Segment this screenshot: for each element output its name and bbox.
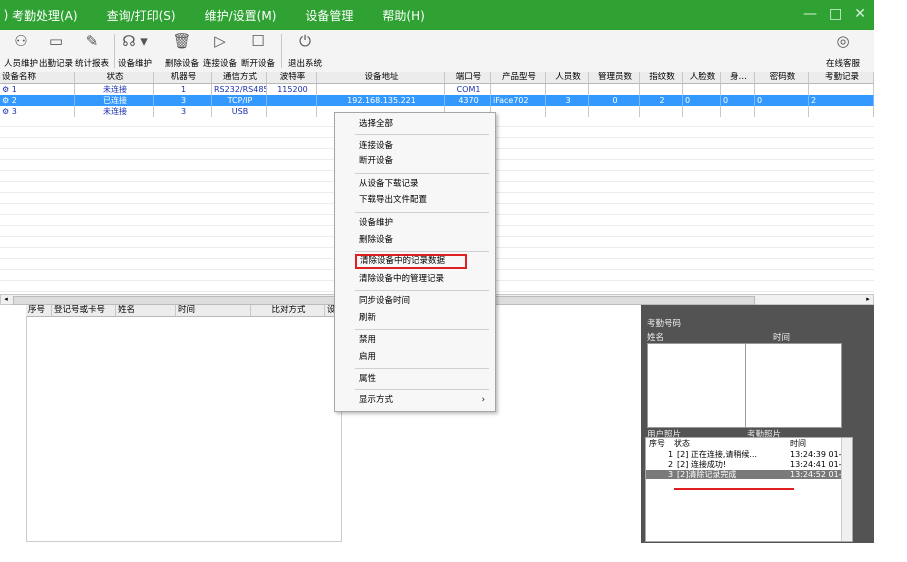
menu-help[interactable]: 帮助(H) [382,7,424,24]
column-header[interactable]: 人员数 [546,72,589,83]
record-icon: ▭ [48,32,64,50]
column-header[interactable]: 序号 [26,305,52,316]
scroll-left-icon[interactable]: ◂ [1,295,11,304]
name-label: 姓名 [647,333,665,343]
column-header[interactable]: 姓名 [116,305,176,316]
column-header[interactable]: 通信方式 [212,72,267,83]
table-row-selected[interactable]: ⚙ 2 已连接 3 TCP/IP 192.168.135.221 4370 iF… [0,95,874,106]
column-header[interactable]: 人脸数 [683,72,721,83]
minimize-button[interactable]: — [803,6,817,22]
column-header[interactable]: 状态 [75,72,154,83]
time-label: 时间 [773,333,791,343]
exit-system-button[interactable]: ⏻ 退出系统 [288,32,322,69]
log-row[interactable]: 2 [2] 连接成功! 13:24:41 01-28 [646,460,852,469]
red-underline-annotation [674,488,794,490]
attendance-panel: 考勤号码 姓名 时间 用户照片 考勤照片 序号 状态 时间 1 [2] 正在连接… [641,305,874,543]
window-controls: — □ ✕ [803,6,866,22]
menu-divider [355,368,489,369]
column-header[interactable]: 指纹数 [640,72,683,83]
close-button[interactable]: ✕ [854,6,866,22]
menu-divider [355,212,489,213]
menu-divider [355,290,489,291]
play-icon: ▷ [214,32,226,50]
menu-query-print[interactable]: 查询/打印(S) [107,7,176,24]
column-header[interactable]: 时间 [176,305,251,316]
column-header[interactable]: 端口号 [445,72,491,83]
column-header[interactable]: 身… [721,72,755,83]
online-support-button[interactable]: ◎ 在线客服 [826,32,860,69]
menu-divider [355,134,489,135]
menu-item-clear-record-data[interactable]: 清除设备中的记录数据 [355,254,467,269]
menu-item-select-all[interactable]: 选择全部 [335,117,493,131]
headset-icon: ◎ [836,32,850,50]
toolbar-separator [114,34,115,68]
log-header: 序号 状态 时间 [649,439,806,448]
stop-icon: ☐ [251,32,265,50]
context-menu: 选择全部 连接设备 断开设备 从设备下载记录 下载导出文件配置 设备维护 删除设… [334,112,496,412]
column-header[interactable]: 考勤记录 [809,72,874,83]
menu-device-management[interactable]: 设备管理 [305,7,353,24]
menu-item-disable[interactable]: 禁用 [335,333,493,347]
menu-item-properties[interactable]: 属性 [335,372,493,386]
connect-device-button[interactable]: ▷ 连接设备 [203,32,237,69]
menu-item-device-maintenance[interactable]: 设备维护 [335,216,493,230]
device-status-icon: ⚙ [2,107,12,116]
column-header[interactable]: 设备地址 [317,72,445,83]
maximize-button[interactable]: □ [829,6,842,22]
menu-divider [355,329,489,330]
device-table-header: 设备名称 状态 机器号 通信方式 波特率 设备地址 端口号 产品型号 人员数 管… [0,72,874,84]
column-header[interactable]: 机器号 [154,72,212,83]
device-status-icon: ⚙ [2,96,12,105]
power-icon: ⏻ [299,32,311,50]
menu-item-connect-device[interactable]: 连接设备 [335,139,493,153]
staff-maintenance-button[interactable]: ⚇ 人员维护 [4,32,38,69]
menu-divider [355,251,489,252]
log-row[interactable]: 1 [2] 正在连接,请稍候... 13:24:39 01-28 [646,450,852,459]
column-header[interactable]: 管理员数 [589,72,640,83]
menu-item-download-records[interactable]: 从设备下载记录 [335,177,493,191]
menu-divider [355,173,489,174]
users-icon: ⚇ [14,32,28,50]
device-icon: ☊ ▾ [122,32,148,50]
log-vertical-scrollbar[interactable] [841,438,852,541]
scroll-right-icon[interactable]: ▸ [863,295,873,304]
status-log: 序号 状态 时间 1 [2] 正在连接,请稍候... 13:24:39 01-2… [645,437,853,542]
column-header[interactable]: 设备名称 [0,72,75,83]
statistics-report-button[interactable]: ✎ 统计报表 [75,32,109,69]
attendance-record-button[interactable]: ▭ 出勤记录 [39,32,73,69]
record-table-body [26,316,342,542]
menu-item-enable[interactable]: 启用 [335,350,493,364]
toolbar-separator [281,34,282,68]
menu-item-delete-device[interactable]: 删除设备 [335,233,493,247]
toolbar: ⚇ 人员维护 ▭ 出勤记录 ✎ 统计报表 ☊ ▾ 设备维护 🗑 删除设备 ▷ 连… [0,30,874,73]
menu-attendance[interactable]: 考勤处理(A) [12,7,78,24]
menu-item-refresh[interactable]: 刷新 [335,311,493,325]
column-header[interactable]: 登记号或卡号 [52,305,116,316]
menu-bar: ) 考勤处理(A) 查询/打印(S) 维护/设置(M) 设备管理 帮助(H) —… [0,0,874,30]
menu-edge: ) [3,8,9,22]
device-status-icon: ⚙ [2,85,12,94]
menu-item-sync-time[interactable]: 同步设备时间 [335,294,493,308]
report-icon: ✎ [85,32,99,50]
delete-device-button[interactable]: 🗑 删除设备 [165,32,199,69]
menu-item-display-mode[interactable]: 显示方式 › [335,393,493,407]
attendance-photo [745,343,842,428]
device-maintenance-button[interactable]: ☊ ▾ 设备维护 [118,32,152,69]
attendance-id-label: 考勤号码 [647,319,682,329]
table-row[interactable]: ⚙ 1 未连接 1 RS232/RS485 115200 COM1 [0,84,874,95]
disconnect-device-button[interactable]: ☐ 断开设备 [241,32,275,69]
menu-maintenance[interactable]: 维护/设置(M) [205,7,277,24]
menu-item-clear-admin-records[interactable]: 清除设备中的管理记录 [335,272,493,286]
user-photo [647,343,747,428]
menu-item-download-export-config[interactable]: 下载导出文件配置 [335,193,493,207]
menu-divider [355,389,489,390]
column-header[interactable]: 密码数 [755,72,809,83]
chevron-right-icon: › [481,395,485,405]
column-header[interactable]: 波特率 [267,72,317,83]
log-row-selected[interactable]: 3 [2]清除记录完成 13:24:52 01-28 [646,470,852,479]
column-header[interactable]: 产品型号 [491,72,546,83]
column-header[interactable]: 比对方式 [251,305,325,316]
menu-item-disconnect-device[interactable]: 断开设备 [335,154,493,168]
trash-icon: 🗑 [172,32,192,50]
